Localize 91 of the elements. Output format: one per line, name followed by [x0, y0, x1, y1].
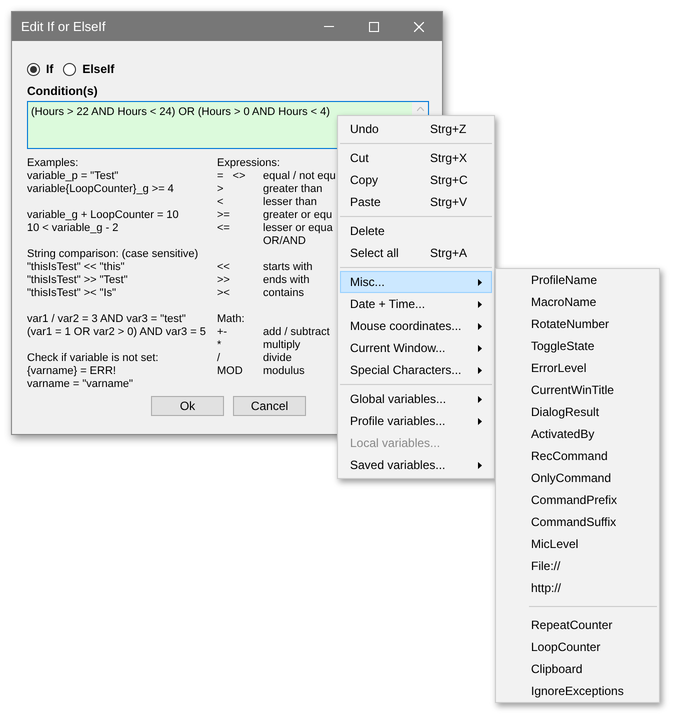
description-text: lesser than [263, 196, 317, 209]
example-text: Check if variable is not set: [27, 352, 160, 365]
menu-item[interactable]: Mouse coordinates... [340, 315, 492, 337]
submenu-arrow-icon [478, 462, 482, 468]
menu-item[interactable]: Profile variables... [340, 410, 492, 432]
menu-item[interactable]: MicLevel [496, 533, 659, 555]
operator-text: +- [217, 326, 228, 339]
radio-label[interactable]: If [46, 60, 54, 78]
operator-text: = <> [217, 170, 246, 183]
menu-item[interactable]: Delete [340, 220, 492, 242]
example-text: String comparison: (case sensitive) [27, 248, 200, 261]
example-text: 10 < variable_g - 2 [27, 222, 120, 235]
menu-item[interactable]: ErrorLevel [496, 357, 659, 379]
menu-item[interactable]: Select all Strg+A [340, 242, 492, 264]
menu-item[interactable]: RecCommand [496, 445, 659, 467]
description-text: ends with [263, 274, 310, 287]
example-text: {varname} = ERR! [27, 365, 117, 378]
menu-item[interactable]: ActivatedBy [496, 423, 659, 445]
description-text: equal / not equ [263, 170, 336, 183]
operator-text: > [217, 183, 224, 196]
example-text: variable{LoopCounter}_g >= 4 [27, 183, 175, 196]
field-label: Condition(s) [27, 84, 98, 98]
menu-item[interactable]: Special Characters... [340, 359, 492, 381]
operator-text: < [217, 196, 224, 209]
menu-item[interactable]: ProfileName [496, 269, 659, 291]
menu-item[interactable]: RotateNumber [496, 313, 659, 335]
menu-item[interactable]: http:// [496, 577, 659, 599]
submenu-arrow-icon [478, 366, 482, 374]
description-text: greater than [263, 183, 322, 196]
menu-item[interactable]: IgnoreExceptions [496, 680, 659, 702]
example-text: variable_p = "Test" [27, 170, 120, 183]
submenu-arrow-icon [478, 418, 482, 424]
menu-item[interactable]: Clipboard [496, 658, 659, 680]
description-text: modulus [263, 365, 305, 378]
example-text: variable_g + LoopCounter = 10 [27, 209, 180, 222]
operator-text: << [217, 261, 231, 274]
menu-item[interactable]: RepeatCounter [496, 614, 659, 636]
example-text: var1 / var2 = 3 AND var3 = "test" [27, 313, 187, 326]
example-text: varname = "varname" [27, 378, 134, 391]
description-text: greater or equ [263, 209, 332, 222]
example-text: (var1 = 1 OR var2 > 0) AND var3 = 5 [27, 326, 207, 339]
example-text: "thisIsTest" >> "Test" [27, 274, 129, 287]
dialog-button[interactable]: Ok [151, 396, 224, 416]
operator-text: MOD [217, 365, 244, 378]
submenu-arrow-icon [478, 322, 482, 330]
description-text: contains [263, 287, 304, 300]
menu-item[interactable]: CommandPrefix [496, 489, 659, 511]
operator-text: / [217, 352, 222, 365]
radio-button[interactable] [63, 62, 76, 76]
operator-text: >< [217, 287, 231, 300]
menu-item[interactable]: Current Window... [340, 337, 492, 359]
description-text: starts with [263, 261, 313, 274]
menu-item[interactable]: MacroName [496, 291, 659, 313]
dialog-button[interactable]: Cancel [233, 396, 306, 416]
menu-item[interactable]: DialogResult [496, 401, 659, 423]
close-icon[interactable] [414, 22, 424, 32]
operator-text: Math: [217, 313, 246, 326]
menu-item[interactable]: Paste Strg+V [340, 191, 492, 213]
operator-text: Expressions: [217, 157, 280, 170]
menu-item[interactable]: OnlyCommand [496, 467, 659, 489]
menu-item[interactable]: Saved variables... [340, 454, 492, 476]
operator-text: >> [217, 274, 231, 287]
description-text: OR/AND [263, 235, 306, 248]
menu-item[interactable]: CommandSuffix [496, 511, 659, 533]
description-text: multiply [263, 339, 300, 352]
window-title: Edit If or ElseIf [21, 18, 107, 36]
operator-text: <= [217, 222, 231, 235]
maximize-icon[interactable] [369, 22, 379, 32]
menu-item[interactable]: LoopCounter [496, 636, 659, 658]
radio-button[interactable] [27, 62, 40, 76]
menu-item[interactable]: Misc... [340, 271, 492, 293]
menu-item[interactable]: Global variables... [340, 388, 492, 410]
menu-item[interactable]: Date + Time... [340, 293, 492, 315]
radio-label[interactable]: ElseIf [82, 60, 114, 78]
menu-item[interactable]: ToggleState [496, 335, 659, 357]
menu-item[interactable]: Copy Strg+C [340, 169, 492, 191]
example-text: Examples: [27, 157, 80, 170]
submenu-arrow-icon [478, 300, 482, 308]
description-text: divide [263, 352, 292, 365]
menu-item[interactable]: CurrentWinTitle [496, 379, 659, 401]
submenu-arrow-icon [478, 344, 482, 352]
menu-item[interactable]: File:// [496, 555, 659, 577]
operator-text: >= [217, 209, 231, 222]
operator-text: * [217, 339, 222, 352]
example-text: "thisIsTest" << "this" [27, 261, 126, 274]
submenu-arrow-icon [478, 396, 482, 402]
submenu-arrow-icon [478, 278, 482, 286]
description-text: add / subtract [263, 326, 330, 339]
description-text: lesser or equa [263, 222, 333, 235]
menu-item[interactable]: Cut Strg+X [340, 147, 492, 169]
example-text: "thisIsTest" >< "Is" [27, 287, 117, 300]
